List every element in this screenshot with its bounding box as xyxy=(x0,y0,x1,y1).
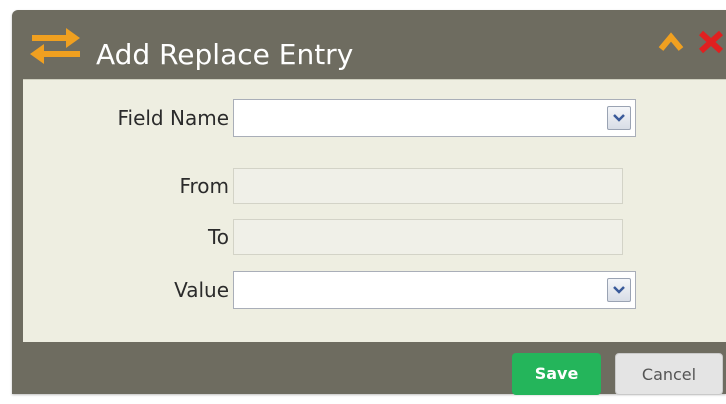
add-replace-entry-dialog: Add Replace Entry Field Name From To Val… xyxy=(12,10,726,395)
value-label: Value xyxy=(174,278,229,302)
from-input[interactable] xyxy=(233,168,623,204)
field-name-select[interactable] xyxy=(233,99,636,137)
close-x-icon[interactable] xyxy=(696,29,726,55)
to-label: To xyxy=(207,225,229,249)
cancel-button[interactable]: Cancel xyxy=(615,353,723,395)
from-label: From xyxy=(179,174,229,198)
field-name-label: Field Name xyxy=(117,106,229,130)
to-input[interactable] xyxy=(233,219,623,255)
chevron-down-icon[interactable] xyxy=(607,106,631,130)
chevron-down-icon[interactable] xyxy=(607,278,631,302)
value-select[interactable] xyxy=(233,271,636,309)
save-button[interactable]: Save xyxy=(512,353,601,395)
swap-arrows-icon xyxy=(30,28,80,64)
dialog-title: Add Replace Entry xyxy=(96,38,354,71)
chevron-up-icon[interactable] xyxy=(658,31,684,53)
dialog-titlebar[interactable]: Add Replace Entry xyxy=(12,10,726,78)
dialog-form-panel: Field Name From To Value xyxy=(23,79,726,342)
